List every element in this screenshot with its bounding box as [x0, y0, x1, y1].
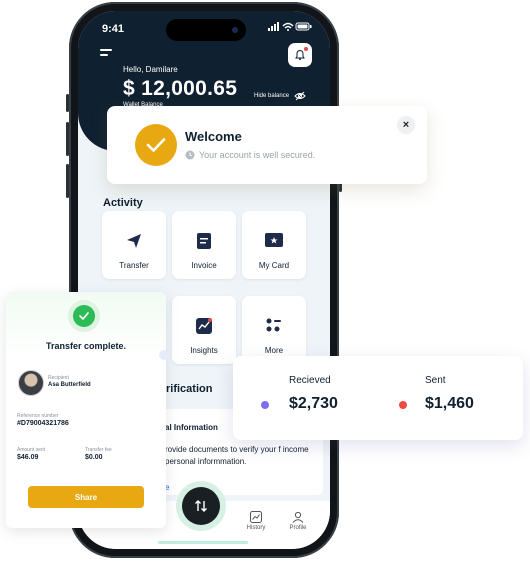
- transfer-arrows-icon: [195, 500, 207, 512]
- transfer-fee-value: $0.00: [85, 454, 103, 461]
- check-icon: [146, 138, 166, 152]
- phone-volume-down: [66, 164, 69, 198]
- avatar: [18, 370, 44, 396]
- verification-title: rification: [166, 383, 213, 395]
- phone-mute-switch: [66, 94, 69, 112]
- decorative-dot: [159, 350, 169, 360]
- sent-dot: [399, 401, 407, 409]
- nav-profile-label: Profile: [289, 525, 307, 531]
- menu-icon[interactable]: [100, 49, 112, 59]
- notification-dot: [304, 47, 308, 51]
- transfer-success-badge: [68, 300, 100, 332]
- welcome-subtitle-row: Your account is well secured.: [185, 150, 315, 160]
- sent-label: Sent: [425, 375, 446, 386]
- check-icon: [79, 312, 89, 320]
- wallet-balance: $ 12,000.65: [123, 77, 238, 100]
- status-time: 9:41: [102, 23, 125, 35]
- eye-off-icon: [294, 91, 306, 101]
- history-icon: [250, 511, 262, 523]
- tile-transfer[interactable]: Transfer: [102, 211, 166, 279]
- close-icon: ×: [402, 119, 410, 131]
- send-icon: [127, 234, 141, 248]
- amount-sent-value: $46.09: [17, 454, 39, 461]
- tile-label: More: [264, 346, 284, 355]
- tile-label: My Card: [258, 261, 290, 270]
- more-icon: [266, 318, 281, 332]
- welcome-popup: Welcome Your account is well secured. ×: [107, 106, 427, 184]
- card-icon: [265, 233, 283, 247]
- received-value: $2,730: [289, 395, 338, 412]
- invoice-icon: [197, 233, 211, 249]
- tile-more[interactable]: More: [242, 296, 306, 364]
- tile-label: Transfer: [119, 261, 149, 270]
- received-label: Recieved: [289, 375, 331, 386]
- welcome-subtitle: Your account is well secured.: [199, 150, 316, 160]
- greeting-text: Hello, Damilare: [123, 65, 178, 74]
- nav-profile[interactable]: Profile: [278, 511, 318, 531]
- transfer-complete-card: Transfer complete. Recipient Asa Butterf…: [6, 292, 166, 528]
- personal-information-text: rovide documents to verify your f income…: [165, 445, 309, 466]
- sent-value: $1,460: [425, 395, 474, 412]
- profile-icon: [292, 511, 304, 523]
- insights-icon: [196, 318, 212, 334]
- tile-invoice[interactable]: Invoice: [172, 211, 236, 279]
- tile-label: Insights: [190, 346, 218, 355]
- phone-volume-up: [66, 122, 69, 156]
- nav-history[interactable]: History: [236, 511, 276, 531]
- share-button[interactable]: Share: [28, 486, 144, 508]
- home-indicator: [158, 541, 248, 544]
- status-icons: [268, 22, 312, 35]
- recipient-label: Recipient: [48, 375, 69, 381]
- welcome-title: Welcome: [185, 129, 242, 144]
- transfer-fab-button[interactable]: [182, 487, 220, 525]
- tile-insights[interactable]: Insights: [172, 296, 236, 364]
- received-sent-card: Recieved $2,730 Sent $1,460: [233, 356, 523, 440]
- signal-wifi-battery-icon: [268, 22, 312, 31]
- close-button[interactable]: ×: [397, 116, 415, 134]
- tile-label: Invoice: [191, 261, 217, 270]
- reference-label: Reference number: [17, 413, 59, 419]
- transfer-fee-label: Transfer fee: [85, 447, 112, 453]
- success-check-badge: [135, 124, 177, 166]
- clock-icon: [185, 150, 195, 160]
- nav-history-label: History: [246, 525, 266, 531]
- recipient-name: Asa Butterfield: [48, 382, 91, 388]
- personal-information-title: al Information: [165, 423, 218, 432]
- reference-value: #D79004321786: [17, 420, 69, 427]
- transfer-title: Transfer complete.: [45, 341, 127, 351]
- amount-sent-label: Amount sent: [17, 447, 46, 453]
- activity-title: Activity: [103, 197, 143, 209]
- tile-my-card[interactable]: My Card: [242, 211, 306, 279]
- notification-button[interactable]: [288, 43, 312, 67]
- hide-balance-label: Hide balance: [254, 93, 290, 99]
- dynamic-island: [166, 19, 246, 41]
- hide-balance-toggle[interactable]: Hide balance: [254, 91, 306, 101]
- received-dot: [261, 401, 269, 409]
